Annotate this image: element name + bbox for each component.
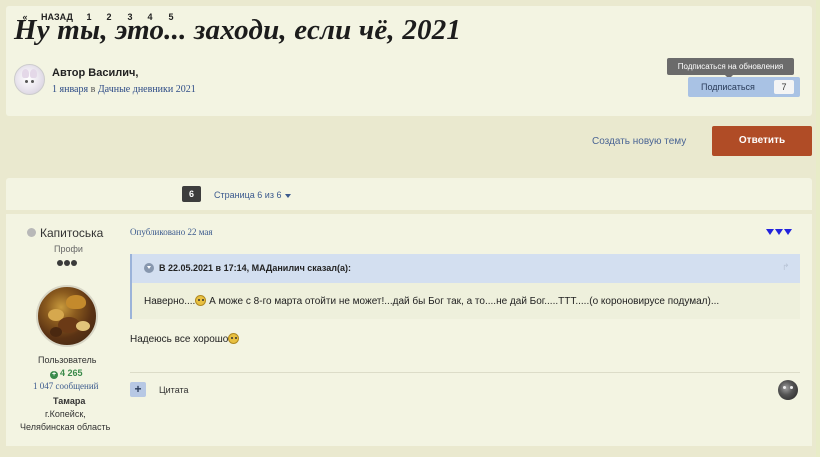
- pagination-page-4[interactable]: 4: [145, 9, 155, 25]
- post-menu-icon[interactable]: [766, 229, 794, 236]
- topic-date: 1 января: [52, 84, 89, 95]
- new-topic-link[interactable]: Создать новую тему: [592, 136, 686, 147]
- page-title: Ну ты, это... заходи, если чё, 2021: [14, 14, 462, 46]
- chevron-down-icon: [285, 193, 292, 198]
- topic-in-word: в: [90, 84, 96, 95]
- post: [6, 214, 812, 446]
- follow-button-label: Подписаться: [701, 82, 755, 92]
- pagination-info-label: Страница 6 из 6: [214, 190, 282, 200]
- multiquote-add-button[interactable]: +: [130, 382, 146, 397]
- smiley-icon: [195, 295, 207, 306]
- rank-pips-icon: [57, 260, 77, 266]
- quote-button[interactable]: Цитата: [159, 385, 189, 395]
- topic-meta: 1 января в Дачные дневники 2021: [52, 84, 196, 95]
- quote-text-rest: А може с 8-го марта отойти не может!...д…: [206, 296, 720, 307]
- pagination-page-3[interactable]: 3: [125, 9, 135, 25]
- pagination-page-2[interactable]: 2: [104, 9, 114, 25]
- reaction-icon[interactable]: [778, 380, 798, 400]
- post-author-city: г.Копейск,: [45, 409, 86, 419]
- plus-circle-icon: +: [50, 371, 58, 379]
- post-author-rank: Профи: [54, 244, 83, 254]
- quote-text-start: Наверно....: [144, 296, 196, 307]
- post-date[interactable]: Опубликовано 22 мая: [130, 227, 213, 237]
- post-body-text: Надеюсь все хорошо: [130, 334, 229, 345]
- pagination-first[interactable]: «: [19, 9, 31, 25]
- post-divider: [130, 372, 800, 373]
- pagination-page-5[interactable]: 5: [166, 9, 176, 25]
- pagination-page-current[interactable]: 6: [182, 186, 201, 202]
- post-author-region: Челябинская область: [20, 422, 111, 432]
- post-author-name[interactable]: Капитоська: [40, 226, 103, 240]
- pagination: [6, 178, 812, 210]
- follow-count: 7: [774, 80, 794, 94]
- post-author-avatar[interactable]: [36, 285, 98, 347]
- wink-smiley-icon: [228, 333, 240, 344]
- collapse-chevron-icon[interactable]: [144, 263, 154, 273]
- post-author-real-name: Тамара: [53, 396, 86, 406]
- quote-header: В 22.05.2021 в 17:14, МАДанилич сказал(а…: [132, 254, 800, 283]
- quote-citation[interactable]: В 22.05.2021 в 17:14, МАДанилич сказал(а…: [159, 263, 351, 273]
- post-body: Надеюсь все хорошо: [130, 333, 240, 345]
- pagination-page-1[interactable]: 1: [84, 9, 94, 25]
- topic-author: Автор Василич,: [52, 67, 139, 79]
- quote-text: Наверно.... А може с 8-го марта отойти н…: [144, 295, 719, 307]
- follow-tooltip: Подписаться на обновления: [667, 58, 794, 79]
- topic-forum-link[interactable]: Дачные дневники 2021: [98, 84, 196, 95]
- reputation-badge: +4 265: [50, 368, 83, 379]
- pagination-back[interactable]: НАЗАД: [40, 9, 74, 25]
- author-avatar[interactable]: [14, 64, 45, 95]
- share-arrow-icon[interactable]: ↱: [782, 263, 791, 272]
- follow-button[interactable]: Подписаться 7: [688, 77, 800, 97]
- reply-button[interactable]: Ответить: [712, 126, 812, 156]
- reputation-value: 4 265: [60, 368, 83, 378]
- offline-status-icon: [27, 228, 36, 237]
- quote-block: В 22.05.2021 в 17:14, МАДанилич сказал(а…: [130, 254, 800, 319]
- page-edge: [816, 0, 820, 457]
- post-author-group: Пользователь: [38, 355, 97, 365]
- post-count[interactable]: 1 047 сообщений: [33, 381, 98, 391]
- pagination-info[interactable]: Страница 6 из 6: [214, 187, 292, 203]
